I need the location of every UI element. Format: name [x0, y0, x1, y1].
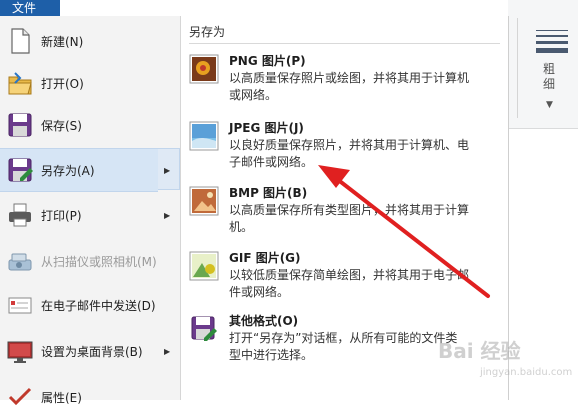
other-formats-title: 其他格式(O)	[229, 314, 299, 328]
desktop-background-icon	[7, 341, 33, 363]
menu-label-new: 新建(N)	[41, 34, 84, 49]
thickness-label[interactable]: 粗细	[542, 62, 556, 92]
ribbon-background: 粗细 ▼	[500, 0, 578, 129]
scanner-camera-icon	[8, 253, 32, 271]
save-as-png[interactable]: PNG 图片(P) 以高质量保存照片或绘图，并将其用于计算机或网络。	[189, 52, 500, 112]
menu-label-wallpaper: 设置为桌面背景(B)	[41, 344, 143, 359]
menu-label-properties: 属性(E)	[41, 390, 82, 405]
bmp-description: 以高质量保存所有类型图片，并将其用于计算机。	[229, 203, 470, 234]
menu-label-scanner: 从扫描仪或照相机(M)	[41, 254, 157, 269]
other-formats-description: 打开“另存为”对话框，从所有可能的文件类型中进行选择。	[229, 331, 458, 362]
menu-item-print[interactable]: 打印(P) ▶	[0, 194, 180, 236]
save-as-jpeg[interactable]: JPEG 图片(J) 以良好质量保存照片，并将其用于计算机、电子邮件或网络。	[189, 119, 500, 179]
menu-item-email[interactable]: 在电子邮件中发送(D)	[0, 284, 180, 326]
save-as-bmp[interactable]: BMP 图片(B) 以高质量保存所有类型图片，并将其用于计算机。	[189, 184, 500, 244]
chevron-right-icon: ▶	[164, 210, 171, 220]
ribbon-separator	[517, 18, 518, 118]
jpeg-title: JPEG 图片(J)	[229, 121, 304, 135]
jpeg-image-icon	[189, 121, 219, 151]
menu-label-email: 在电子邮件中发送(D)	[41, 298, 156, 313]
menu-label-save-as: 另存为(A)	[41, 163, 95, 178]
properties-check-icon	[8, 387, 32, 406]
chevron-right-icon: ▶	[164, 165, 171, 175]
open-folder-icon	[8, 72, 32, 95]
menu-item-save[interactable]: 保存(S)	[0, 104, 180, 146]
watermark-logo: Bai 经验	[438, 339, 521, 363]
line-thickness-icon[interactable]	[536, 30, 568, 57]
bmp-title: BMP 图片(B)	[229, 186, 308, 200]
menu-label-open: 打开(O)	[41, 76, 84, 91]
watermark-url: jingyan.baidu.com	[480, 367, 573, 378]
save-as-icon	[8, 158, 33, 182]
file-menu: 新建(N) 打开(O) 保存(S) 另存为(A) ▶ 打印(P) ▶ 从扫描仪或…	[0, 16, 181, 406]
menu-item-wallpaper[interactable]: 设置为桌面背景(B) ▶	[0, 330, 180, 372]
printer-icon	[9, 203, 31, 227]
menu-label-print: 打印(P)	[41, 208, 82, 223]
gif-title: GIF 图片(G)	[229, 251, 301, 265]
chevron-down-icon[interactable]: ▼	[546, 100, 553, 110]
menu-item-new[interactable]: 新建(N)	[0, 20, 180, 62]
png-image-icon	[189, 54, 219, 84]
menu-item-save-as[interactable]: 另存为(A) ▶	[0, 148, 180, 192]
gif-description: 以较低质量保存简单绘图，并将其用于电子邮件或网络。	[229, 268, 470, 299]
menu-item-scanner[interactable]: 从扫描仪或照相机(M)	[0, 240, 180, 282]
email-icon	[8, 297, 32, 314]
save-as-gif[interactable]: GIF 图片(G) 以较低质量保存简单绘图，并将其用于电子邮件或网络。	[189, 249, 500, 309]
file-tab[interactable]: 文件	[0, 0, 60, 16]
chevron-right-icon: ▶	[164, 346, 171, 356]
gif-image-icon	[189, 251, 219, 281]
other-formats-save-icon	[191, 316, 217, 341]
submenu-title: 另存为	[189, 25, 226, 39]
new-document-icon	[11, 28, 30, 54]
png-description: 以高质量保存照片或绘图，并将其用于计算机或网络。	[229, 71, 470, 102]
menu-label-save: 保存(S)	[41, 118, 82, 133]
menu-item-properties[interactable]: 属性(E)	[0, 376, 180, 418]
menu-item-open[interactable]: 打开(O)	[0, 62, 180, 104]
save-disk-icon	[8, 113, 32, 137]
submenu-divider	[189, 43, 500, 44]
png-title: PNG 图片(P)	[229, 54, 306, 68]
jpeg-description: 以良好质量保存照片，并将其用于计算机、电子邮件或网络。	[229, 138, 470, 169]
bmp-image-icon	[189, 186, 219, 216]
